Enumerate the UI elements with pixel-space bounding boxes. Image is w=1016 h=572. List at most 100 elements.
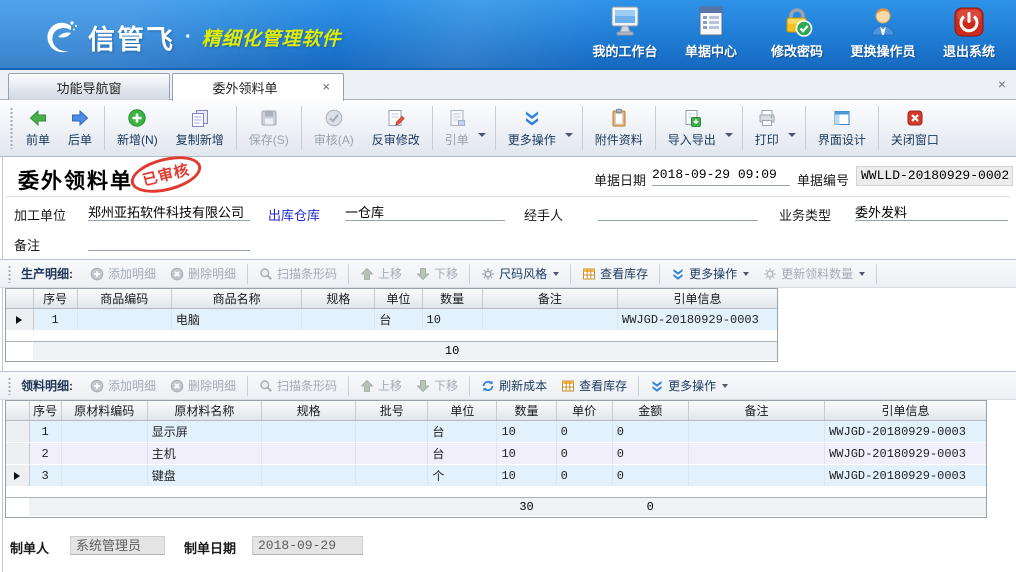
material-add-button[interactable]: 添加明细	[83, 375, 163, 396]
column-header[interactable]: 单位	[428, 401, 497, 421]
biztype-field[interactable]: 委外发料	[855, 202, 1008, 221]
more-ops-button[interactable]: 更多操作	[499, 104, 565, 152]
cell-spec[interactable]	[262, 421, 356, 443]
pull-doc-button[interactable]: 引单	[436, 104, 478, 152]
production-view-stock-button[interactable]: 查看库存	[575, 263, 655, 284]
cell-code[interactable]	[77, 309, 171, 331]
cell-name[interactable]: 键盘	[147, 465, 261, 487]
column-header[interactable]: 数量	[422, 289, 482, 309]
unaudit-button[interactable]: 反审修改	[363, 104, 429, 152]
cell-qty[interactable]: 10	[497, 443, 556, 465]
switch-operator-button[interactable]: 更换操作员	[840, 5, 926, 60]
cell-name[interactable]: 主机	[147, 443, 261, 465]
column-header[interactable]: 备注	[688, 401, 824, 421]
cell-ref[interactable]: WWJGD-20180929-0003	[618, 309, 777, 331]
chevron-down-icon[interactable]	[788, 133, 796, 137]
prev-doc-button[interactable]: 前单	[17, 104, 59, 152]
save-button[interactable]: 保存(S)	[240, 104, 298, 152]
cell-remark[interactable]	[688, 421, 824, 443]
copy-new-button[interactable]: 复制新增	[167, 104, 233, 152]
column-header[interactable]: 备注	[482, 289, 617, 309]
cell-code[interactable]	[61, 465, 147, 487]
column-header[interactable]: 数量	[497, 401, 556, 421]
column-header[interactable]: 商品编码	[77, 289, 171, 309]
tab-close-icon[interactable]: ×	[322, 80, 330, 93]
material-move-up-button[interactable]: 上移	[353, 375, 409, 396]
column-header[interactable]: 序号	[29, 401, 61, 421]
toolbar-grip[interactable]	[10, 107, 13, 149]
tab-function-nav[interactable]: 功能导航窗	[8, 73, 170, 100]
processor-field[interactable]: 郑州亚拓软件科技有限公司	[88, 202, 250, 221]
toolbar-grip[interactable]	[8, 265, 11, 283]
production-delete-button[interactable]: 删除明细	[163, 263, 243, 284]
cell-seq[interactable]: 1	[33, 309, 77, 331]
import-export-button[interactable]: 导入导出	[659, 104, 725, 152]
production-more-ops-button[interactable]: 更多操作	[664, 263, 756, 284]
cell-unit[interactable]: 台	[428, 421, 497, 443]
chevron-down-icon[interactable]	[565, 133, 573, 137]
cell-price[interactable]: 0	[556, 443, 612, 465]
cell-price[interactable]: 0	[556, 421, 612, 443]
toolbar-grip[interactable]	[8, 377, 11, 395]
cell-qty[interactable]: 10	[422, 309, 482, 331]
chevron-down-icon[interactable]	[478, 133, 486, 137]
tab-outsource-material[interactable]: 委外领料单 ×	[172, 73, 344, 101]
production-move-up-button[interactable]: 上移	[353, 263, 409, 284]
add-new-button[interactable]: 新增(N)	[108, 104, 167, 152]
cell-amount[interactable]: 0	[612, 421, 688, 443]
chevron-down-icon[interactable]	[725, 133, 733, 137]
tabstrip-close-icon[interactable]: ×	[998, 77, 1006, 91]
next-doc-button[interactable]: 后单	[59, 104, 101, 152]
column-header[interactable]: 原材料名称	[147, 401, 261, 421]
production-update-qty-button[interactable]: 更新领料数量	[756, 263, 872, 284]
column-header[interactable]: 单位	[375, 289, 422, 309]
cell-ref[interactable]: WWJGD-20180929-0003	[825, 465, 986, 487]
cell-ref[interactable]: WWJGD-20180929-0003	[825, 443, 986, 465]
cell-unit[interactable]: 台	[428, 443, 497, 465]
material-refresh-cost-button[interactable]: 刷新成本	[474, 375, 554, 396]
material-move-down-button[interactable]: 下移	[409, 375, 465, 396]
material-delete-button[interactable]: 删除明细	[163, 375, 243, 396]
column-header[interactable]: 原材料编码	[61, 401, 147, 421]
print-button[interactable]: 打印	[746, 104, 788, 152]
column-header[interactable]: 规格	[262, 401, 356, 421]
production-size-style-button[interactable]: 尺码风格	[474, 263, 566, 284]
column-header[interactable]: 批号	[356, 401, 428, 421]
material-view-stock-button[interactable]: 查看库存	[554, 375, 634, 396]
remark-field[interactable]	[88, 232, 250, 251]
column-header[interactable]: 规格	[302, 289, 375, 309]
cell-seq[interactable]: 2	[29, 443, 61, 465]
audit-button[interactable]: 审核(A)	[305, 104, 363, 152]
production-add-button[interactable]: 添加明细	[83, 263, 163, 284]
cell-remark[interactable]	[688, 465, 824, 487]
cell-batch[interactable]	[356, 465, 428, 487]
cell-spec[interactable]	[262, 465, 356, 487]
doc-center-button[interactable]: 单据中心	[668, 5, 754, 60]
ui-design-button[interactable]: 界面设计	[809, 104, 875, 152]
cell-code[interactable]	[61, 443, 147, 465]
attachments-button[interactable]: 附件资料	[586, 104, 652, 152]
cell-amount[interactable]: 0	[612, 443, 688, 465]
cell-remark[interactable]	[482, 309, 617, 331]
close-window-button[interactable]: 关闭窗口	[882, 104, 948, 152]
cell-amount[interactable]: 0	[612, 465, 688, 487]
change-password-button[interactable]: 修改密码	[754, 5, 840, 60]
cell-unit[interactable]: 个	[428, 465, 497, 487]
column-header[interactable]: 金额	[612, 401, 688, 421]
cell-seq[interactable]: 1	[29, 421, 61, 443]
cell-name[interactable]: 显示屏	[147, 421, 261, 443]
cell-unit[interactable]: 台	[375, 309, 422, 331]
cell-spec[interactable]	[262, 443, 356, 465]
cell-qty[interactable]: 10	[497, 465, 556, 487]
cell-remark[interactable]	[688, 443, 824, 465]
cell-ref[interactable]: WWJGD-20180929-0003	[825, 421, 986, 443]
column-header[interactable]: 引单信息	[618, 289, 777, 309]
warehouse-link[interactable]: 出库仓库	[268, 205, 320, 224]
column-header[interactable]: 商品名称	[171, 289, 301, 309]
doc-date-field[interactable]: 2018-09-29 09:09	[652, 167, 790, 186]
cell-code[interactable]	[61, 421, 147, 443]
cell-qty[interactable]: 10	[497, 421, 556, 443]
column-header[interactable]: 序号	[33, 289, 77, 309]
exit-system-button[interactable]: 退出系统	[926, 5, 1012, 60]
cell-name[interactable]: 电脑	[171, 309, 301, 331]
